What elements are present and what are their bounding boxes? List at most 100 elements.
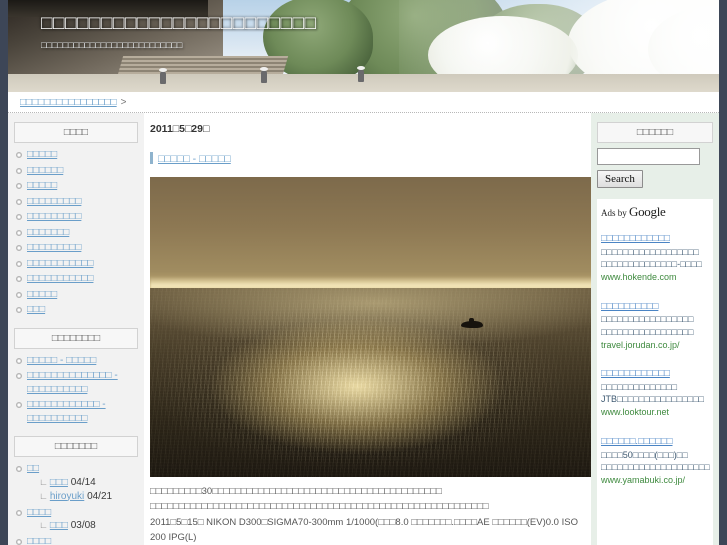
sidebar-module-categories: □□□□ □□□□□ □□□□□□ □□□□□ □□□□□□□□□ □□□□□□… [8, 122, 144, 319]
ad-body: □□□□□□□□□□□□□□ JTB□□□□□□□□□□□□□□□□ [601, 382, 704, 405]
list-item[interactable]: □□□□□ [14, 179, 138, 195]
ad-unit[interactable]: □□□□□□□□□□□□ □□□□□□□□□□□□□□ JTB□□□□□□□□□… [601, 368, 709, 420]
comment-date: 04/21 [87, 490, 113, 502]
category-link[interactable]: □□□□□□□ [27, 227, 69, 238]
bullet-icon [16, 307, 22, 313]
ad-unit[interactable]: □□□□□□□□□□ □□□□□□□□□□□□□□□□□ □□□□□□□□□□□… [601, 301, 709, 353]
entry-paragraph: □□□□□□□□□□□□□□□□□□□□□□□□□□□□□□□□□□□□□□□□… [150, 500, 489, 512]
comment-date: 03/08 [70, 520, 96, 531]
ad-title-link[interactable]: □□□□□□□□□□□□ [601, 368, 709, 381]
sidebar-module-recent-comments: □□□□□□□ □□ ∟ □□□ 04/14 ∟ hiroyuki 04/21 □□… [8, 436, 144, 545]
page-root: □□□□□□□□□□□□□□□□□□□□□□□ □□□□□□□□□□□□□□□□… [0, 0, 727, 545]
sidebar-module-recent-entries-heading: □□□□□□□□ [14, 327, 138, 349]
ad-url: travel.jorudan.co.jp/ [601, 339, 680, 350]
google-wordmark: Google [629, 204, 666, 219]
comment-reply[interactable]: ∟ □□□ 03/08 [27, 519, 138, 533]
ads-by-google-label: Ads by Google [601, 204, 709, 220]
list-item[interactable]: □□□□□ [14, 148, 138, 164]
banner-person-1 [159, 68, 167, 84]
list-item[interactable]: □□□ [14, 303, 138, 319]
sidebar-module-categories-heading: □□□□ [14, 122, 138, 143]
breadcrumb: □□□□□□□□□□□□□□□□ > [20, 97, 126, 108]
comment-author-link[interactable]: □□□ [50, 520, 68, 531]
right-sidebar: □□□□□□ Search Ads by Google □□□□□□□□□□□□… [591, 113, 719, 545]
ad-title-link[interactable]: □□□□□□.□□□□□□ [601, 436, 709, 449]
bullet-icon [16, 167, 22, 174]
recent-entries-list: □□□□□ - □□□□□ □□□□□□□□□□□□□□ - □□□□□□□□□… [14, 354, 138, 428]
google-ads-block: Ads by Google □□□□□□□□□□□□ □□□□□□□□□□□□□… [597, 199, 713, 545]
category-link[interactable]: □□□□□□□□□ [27, 196, 81, 207]
list-item[interactable]: □□ ∟ □□□ 04/14 ∟ hiroyuki 04/21 [14, 462, 138, 506]
comment-author-link[interactable]: □□□ [50, 477, 68, 488]
site-banner: □□□□□□□□□□□□□□□□□□□□□□□ □□□□□□□□□□□□□□□□… [8, 0, 719, 92]
entry-photo[interactable] [150, 177, 600, 477]
list-item[interactable]: □□□□□□□□□□□□□□ - □□□□□□□□□□ [14, 369, 138, 398]
category-link[interactable]: □□□ [27, 304, 45, 315]
entry-title: □□□□□ - □□□□□ [158, 149, 231, 167]
entry-title-link[interactable]: □□□□□ - □□□□□ [158, 153, 231, 165]
ad-body: □□□□□□□□□□□□□□□□□ □□□□□□□□□□□□□□□□□ [601, 314, 694, 337]
comment-reply[interactable]: ∟ hiroyuki 04/21 [27, 490, 138, 504]
search-module-heading: □□□□□□ [597, 122, 713, 143]
bullet-icon [16, 152, 22, 158]
photo-sky [150, 177, 600, 288]
ad-title-link[interactable]: □□□□□□□□□□ [601, 301, 709, 314]
list-item[interactable]: □□□□ ∟□□□ 02/20 [14, 535, 138, 545]
bullet-icon [16, 214, 22, 220]
list-item[interactable]: □□□□□□□□□ [14, 241, 138, 257]
ad-title-link[interactable]: □□□□□□□□□□□□ [601, 233, 709, 246]
category-link[interactable]: □□□□□□□□□ [27, 242, 81, 253]
bullet-icon [16, 373, 22, 379]
category-link[interactable]: □□□□□□□□□ [27, 211, 81, 222]
category-link[interactable]: □□□□□□□□□□□ [27, 273, 93, 284]
entry-paragraph: □□□□□□□□□30□□□□□□□□□□□□□□□□□□□□□□□□□□□□□… [150, 486, 442, 497]
entry-exif-info: 2011□5□15□ NIKON D300□SIGMA70-300mm 1/10… [150, 517, 578, 543]
list-item[interactable]: □□□□□□□□□ [14, 195, 138, 211]
bullet-icon [16, 539, 22, 545]
entry-title-marker-icon [150, 152, 153, 164]
ad-unit[interactable]: □□□□□□□□□□□□ □□□□□□□□□□□□□□□□□□ □□□□□□□□… [601, 233, 709, 285]
banner-person-2 [260, 67, 268, 83]
site-title: □□□□□□□□□□□□□□□□□□□□□□□ [41, 13, 317, 34]
comment-reply[interactable]: ∟ □□□ 04/14 [27, 476, 138, 490]
list-item[interactable]: □□□□□□□□□ [14, 210, 138, 226]
search-input[interactable] [597, 148, 700, 165]
list-item[interactable]: □□□□□□□□□□□ [14, 272, 138, 288]
category-link[interactable]: □□□□□□□□□□□ [27, 258, 93, 269]
category-link[interactable]: □□□□□ [27, 180, 57, 191]
recent-entry-link[interactable]: □□□□□ - □□□□□ [27, 355, 96, 366]
recent-entry-link[interactable]: □□□□□□□□□□□□□□ - □□□□□□□□□□ [27, 370, 118, 395]
ad-url: www.hokende.com [601, 272, 677, 283]
bullet-icon [16, 276, 22, 282]
search-module: □□□□□□ Search [591, 122, 719, 188]
bullet-icon [16, 183, 22, 189]
entry-title-row: □□□□□ - □□□□□ [150, 149, 583, 167]
comment-entry-link[interactable]: □□□□ [27, 507, 51, 518]
list-item[interactable]: □□□□ ∟ □□□ 03/08 [14, 506, 138, 536]
list-item[interactable]: □□□□□ - □□□□□ [14, 354, 138, 370]
comment-entry-link[interactable]: □□ [27, 463, 39, 474]
list-item[interactable]: □□□□□□□□□□□□ - □□□□□□□□□□ [14, 398, 138, 427]
comment-author-link[interactable]: hiroyuki [50, 491, 84, 502]
breadcrumb-home-link[interactable]: □□□□□□□□□□□□□□□□ [20, 97, 117, 108]
ad-body: □□□□50□□□□(□□□)□□ □□□□□□□□□□□□□□□□□□□□ [601, 449, 710, 472]
list-item[interactable]: □□□□□□□□□□□ [14, 257, 138, 273]
comment-entry-link[interactable]: □□□□ [27, 536, 51, 545]
list-item[interactable]: □□□□□ [14, 288, 138, 304]
reply-hook-icon: ∟ [39, 476, 48, 487]
entry-date: 2011□5□29□ [150, 123, 210, 135]
ad-url: www.looktour.net [601, 407, 670, 418]
category-link[interactable]: □□□□□ [27, 149, 57, 160]
ad-body: □□□□□□□□□□□□□□□□□□ □□□□□□□□□□□□□□-□□□□ [601, 246, 702, 269]
category-link[interactable]: □□□□□ [27, 289, 57, 300]
sidebar-module-recent-comments-heading: □□□□□□□ [14, 436, 138, 457]
photo-sun-glitter [150, 288, 600, 477]
bullet-icon [16, 402, 22, 408]
site-subtitle: □□□□□□□□□□□□□□□□□□□□□□□□□□ [41, 39, 183, 50]
list-item[interactable]: □□□□□□□ [14, 226, 138, 242]
list-item[interactable]: □□□□□□ [14, 164, 138, 180]
search-button[interactable]: Search [597, 170, 643, 188]
category-link[interactable]: □□□□□□ [27, 165, 63, 176]
ad-unit[interactable]: □□□□□□.□□□□□□ □□□□50□□□□(□□□)□□ □□□□□□□□… [601, 436, 710, 488]
recent-entry-link[interactable]: □□□□□□□□□□□□ - □□□□□□□□□□ [27, 399, 106, 424]
